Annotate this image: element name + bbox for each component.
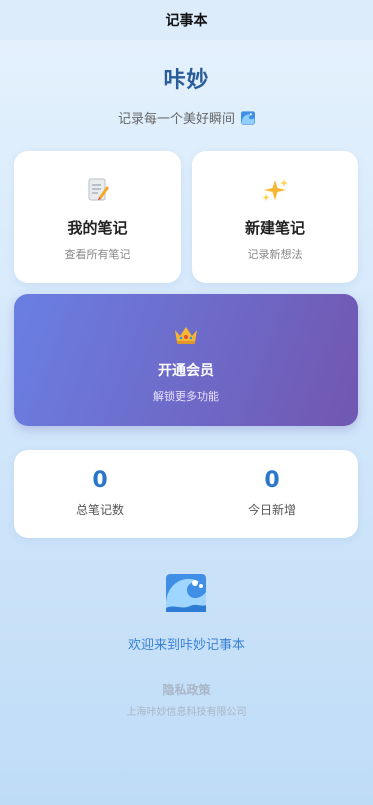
vip-membership-card[interactable]: 开通会员 解锁更多功能 (14, 294, 358, 426)
stat-today-new: 0 今日新增 (186, 450, 358, 538)
hero-section: 咔妙 记录每一个美好瞬间 (0, 62, 373, 127)
stat-total-notes: 0 总笔记数 (14, 450, 186, 538)
privacy-policy-link[interactable]: 隐私政策 (0, 681, 373, 698)
stats-panel: 0 总笔记数 0 今日新增 (14, 450, 358, 538)
my-notes-subtitle: 查看所有笔记 (64, 248, 131, 261)
memo-icon (14, 177, 181, 203)
stat-total-value: 0 (92, 468, 108, 493)
wave-icon (166, 574, 206, 612)
my-notes-title: 我的笔记 (67, 219, 128, 237)
vip-subtitle: 解锁更多功能 (153, 390, 219, 403)
navbar: 记事本 (0, 0, 373, 40)
hero-subtitle: 记录每一个美好瞬间 (117, 112, 235, 127)
stat-today-value: 0 (264, 468, 280, 493)
stat-today-label: 今日新增 (247, 503, 296, 517)
my-notes-card[interactable]: 我的笔记 查看所有笔记 (14, 151, 181, 283)
vip-title: 开通会员 (158, 363, 214, 379)
hero-subtitle-row: 记录每一个美好瞬间 (0, 108, 373, 127)
page-title: 记事本 (165, 13, 208, 29)
wave-icon (241, 110, 255, 125)
app-name: 咔妙 (163, 68, 210, 93)
sparkles-icon (192, 177, 358, 203)
new-note-title: 新建笔记 (244, 219, 305, 237)
new-note-subtitle: 记录新想法 (247, 248, 303, 261)
welcome-text: 欢迎来到咔妙记事本 (127, 638, 245, 653)
stat-total-label: 总笔记数 (75, 503, 124, 517)
company-name: 上海咔妙信息科技有限公司 (126, 707, 247, 718)
crown-icon (14, 324, 358, 346)
new-note-card[interactable]: 新建笔记 记录新想法 (192, 151, 358, 283)
